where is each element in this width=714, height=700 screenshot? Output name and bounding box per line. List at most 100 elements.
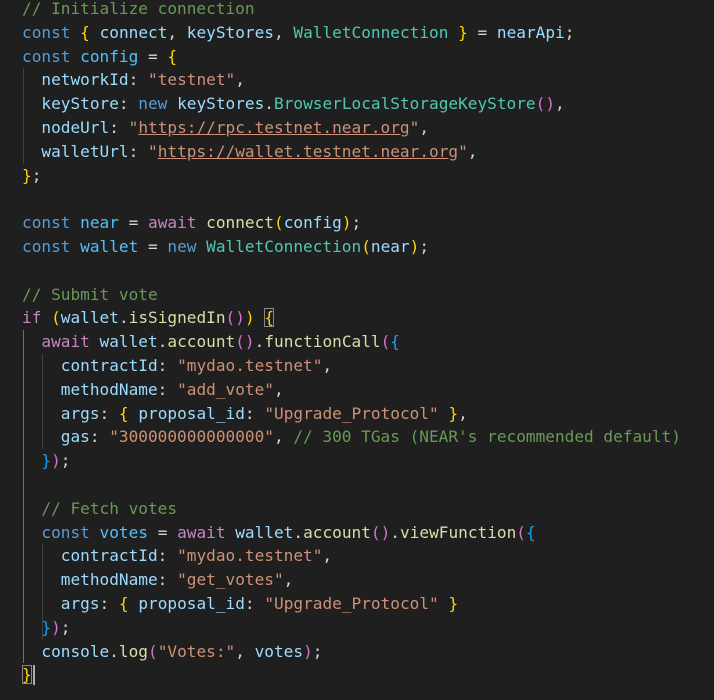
code-line[interactable]: // Initialize connection <box>22 0 255 21</box>
code-line[interactable]: console.log("Votes:", votes); <box>22 640 322 664</box>
code-line[interactable]: args: { proposal_id: "Upgrade_Protocol" … <box>22 402 468 426</box>
code-token: : <box>128 141 148 161</box>
code-token: functionCall <box>264 332 381 352</box>
code-line[interactable]: if (wallet.isSignedIn()) { <box>22 306 275 330</box>
code-line[interactable]: keyStore: new keyStores.BrowserLocalStor… <box>22 92 565 116</box>
code-line[interactable]: } <box>22 663 32 687</box>
code-token: // Initialize connection <box>22 0 255 18</box>
code-token: account <box>167 332 236 352</box>
code-line[interactable]: args: { proposal_id: "Upgrade_Protocol" … <box>22 592 458 616</box>
code-token: } <box>448 594 459 613</box>
code-token: , <box>235 641 255 661</box>
code-token: , <box>419 118 430 137</box>
code-token: "Votes:" <box>157 641 236 661</box>
code-line[interactable]: gas: "300000000000000", // 300 TGas (NEA… <box>22 425 681 449</box>
code-token: new <box>167 237 197 256</box>
code-token: , <box>555 94 565 114</box>
code-line[interactable]: }; <box>22 164 41 188</box>
code-token: // 300 TGas (NEAR's recommended default) <box>293 427 681 447</box>
code-token: const <box>22 237 71 256</box>
code-line[interactable]: const votes = await wallet.account().vie… <box>22 521 535 545</box>
code-token: keyStores <box>186 22 274 42</box>
code-line[interactable]: // Submit vote <box>22 283 158 307</box>
code-token: ) <box>409 237 420 256</box>
code-token: "mydao.testnet" <box>177 546 323 566</box>
code-token: // Submit vote <box>22 284 158 304</box>
code-line[interactable]: walletUrl: "https://wallet.testnet.near.… <box>22 140 477 164</box>
code-token: config <box>80 46 139 66</box>
code-token: const <box>22 22 71 42</box>
code-token: { <box>390 332 400 352</box>
code-token: : <box>157 356 178 375</box>
code-token: } <box>41 451 52 471</box>
code-line[interactable]: nodeUrl: "https://rpc.testnet.near.org", <box>22 116 429 140</box>
code-line[interactable]: contractId: "mydao.testnet", <box>22 544 332 568</box>
code-token: const <box>22 46 71 66</box>
code-token: : <box>244 594 265 613</box>
code-line[interactable]: networkId: "testnet", <box>22 68 245 92</box>
code-token: () <box>235 332 255 352</box>
code-line[interactable]: await wallet.account().functionCall({ <box>22 330 400 354</box>
code-token: https://rpc.testnet.near.org <box>138 118 410 137</box>
code-token: : <box>99 403 119 423</box>
code-line[interactable]: methodName: "add_vote", <box>22 378 284 402</box>
code-token: , <box>274 22 294 42</box>
code-token: , <box>167 22 187 42</box>
code-token: " <box>458 141 468 161</box>
code-token: . <box>264 94 274 114</box>
code-token: "get_votes" <box>177 570 284 590</box>
code-token: await <box>177 522 226 542</box>
code-token: "testnet" <box>148 70 236 90</box>
code-line[interactable]: const { connect, keyStores, WalletConnec… <box>22 21 574 45</box>
code-line[interactable]: const wallet = new WalletConnection(near… <box>22 235 429 259</box>
code-token: ) <box>244 308 255 328</box>
code-token: , <box>273 379 284 399</box>
code-token: : <box>109 118 129 137</box>
code-token: "300000000000000" <box>109 427 274 447</box>
code-line[interactable]: }); <box>22 616 70 640</box>
code-token: ( <box>273 213 284 233</box>
code-token: { <box>80 22 90 42</box>
code-editor[interactable]: // Initialize connection const { connect,… <box>0 0 714 700</box>
code-token: , <box>283 570 294 590</box>
code-line[interactable]: methodName: "get_votes", <box>22 568 294 592</box>
code-line[interactable]: }); <box>22 449 71 473</box>
code-token: : <box>157 570 178 590</box>
code-line[interactable]: const config = { <box>22 45 177 69</box>
code-token: connect <box>206 213 274 233</box>
code-token: " <box>148 141 158 161</box>
code-token: , <box>235 70 245 90</box>
code-token: . <box>390 522 400 542</box>
code-token: ; <box>60 451 71 471</box>
code-token: methodName <box>60 379 158 399</box>
code-token: ; <box>312 641 323 661</box>
code-token: near <box>80 213 119 233</box>
code-token: log <box>118 641 148 661</box>
code-token: keyStores <box>177 94 265 114</box>
code-line[interactable]: const near = await connect(config); <box>22 211 361 235</box>
code-token: " <box>128 118 139 137</box>
code-token: await <box>148 213 197 233</box>
code-token: ( <box>361 237 371 256</box>
code-token: viewFunction <box>400 522 517 542</box>
code-token: = <box>138 46 168 66</box>
code-line[interactable]: contractId: "mydao.testnet", <box>22 354 332 378</box>
code-line[interactable]: // Fetch votes <box>22 497 177 521</box>
code-token: ( <box>516 522 526 542</box>
code-token: , <box>322 356 333 375</box>
